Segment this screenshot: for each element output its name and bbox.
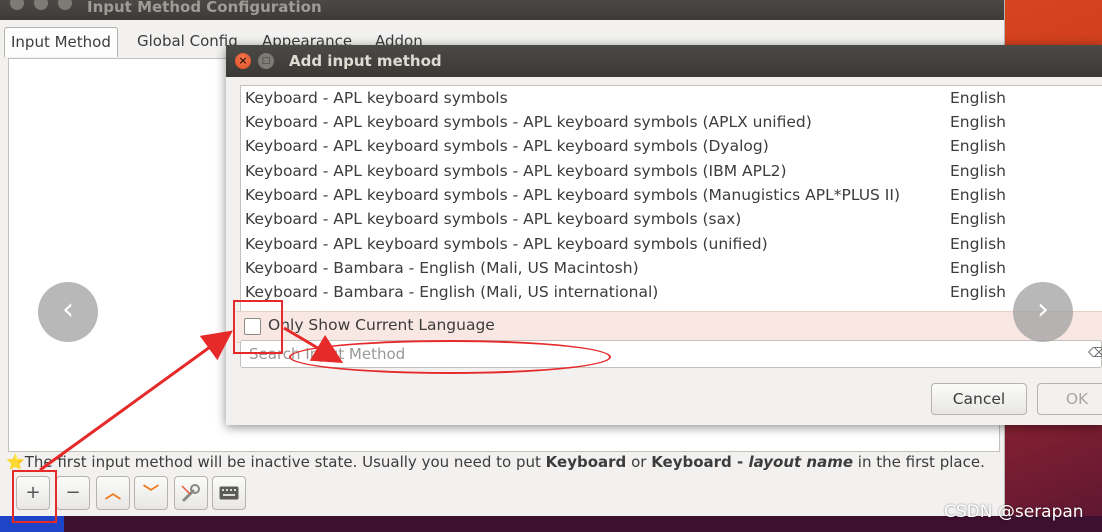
annotation-arrows xyxy=(39,326,344,472)
watermark: CSDN @serapan xyxy=(944,502,1084,522)
